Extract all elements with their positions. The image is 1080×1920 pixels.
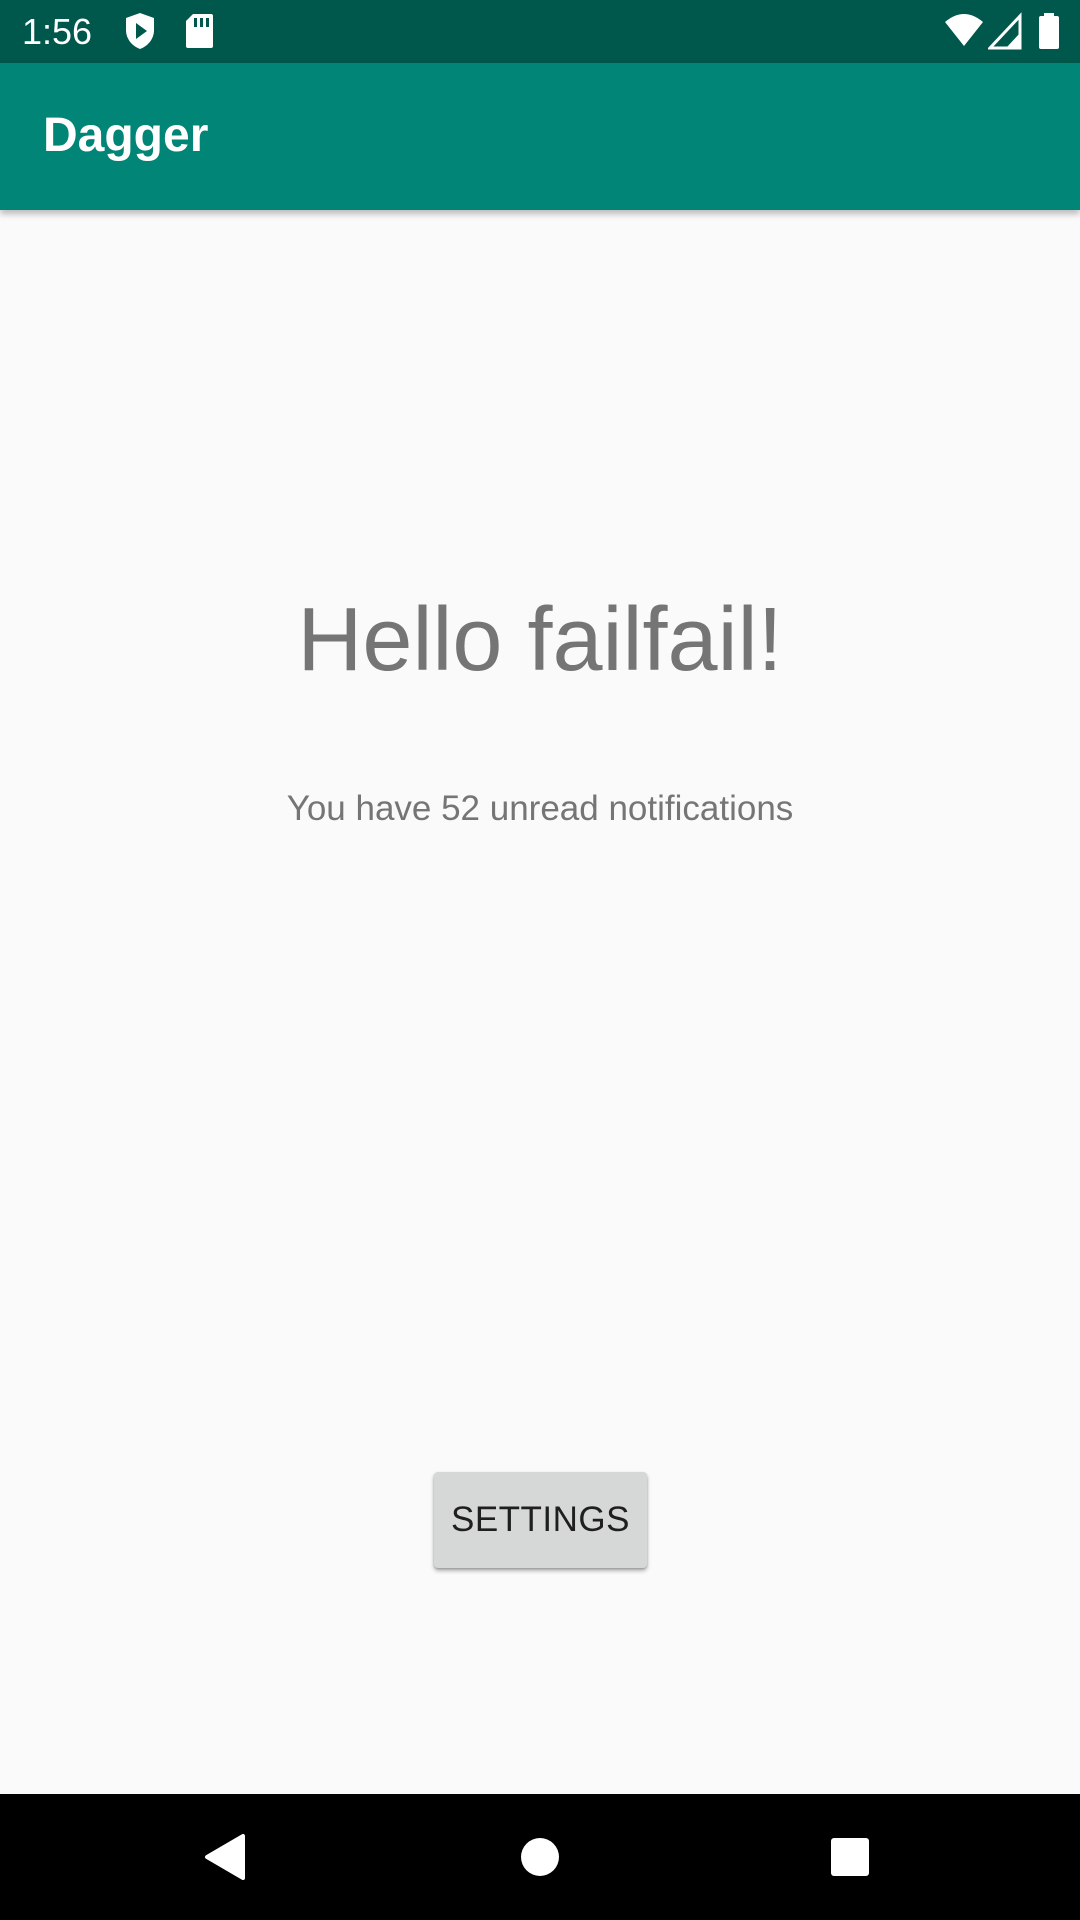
status-time: 1:56 bbox=[22, 11, 93, 52]
wifi-icon bbox=[945, 14, 983, 46]
status-bar: 1:56 bbox=[0, 0, 1080, 63]
navigation-bar bbox=[0, 1794, 1080, 1920]
sd-card-icon bbox=[186, 14, 213, 48]
app-bar: Dagger bbox=[0, 63, 1080, 210]
app-title: Dagger bbox=[43, 109, 209, 162]
play-protect-icon bbox=[126, 13, 154, 49]
recents-icon[interactable] bbox=[815, 1822, 885, 1892]
notifications-text: You have 52 unread notifications bbox=[286, 789, 794, 828]
home-icon[interactable] bbox=[505, 1822, 575, 1892]
cell-signal-icon bbox=[988, 12, 1022, 50]
settings-button[interactable]: SETTINGS bbox=[434, 1472, 647, 1568]
battery-icon bbox=[1039, 13, 1059, 49]
back-icon[interactable] bbox=[189, 1822, 259, 1892]
greeting-text: Hello failfail! bbox=[297, 590, 783, 690]
